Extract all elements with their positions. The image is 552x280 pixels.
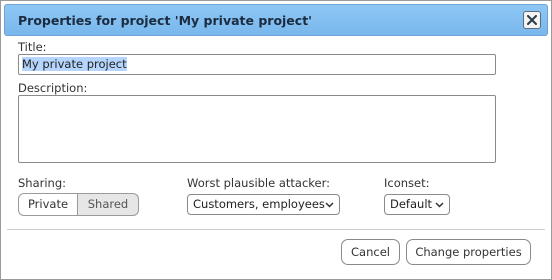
chevron-down-icon [325,202,334,208]
sharing-label: Sharing: [18,176,67,190]
description-textarea[interactable] [18,95,496,163]
chevron-down-icon [435,202,444,208]
project-properties-dialog: Properties for project 'My private proje… [0,0,552,280]
cancel-button[interactable]: Cancel [341,239,400,265]
sharing-shared-button[interactable]: Shared [78,193,139,216]
sharing-private-button[interactable]: Private [18,193,78,216]
title-label: Title: [18,40,47,54]
title-input[interactable]: My private project [18,54,496,75]
attacker-label: Worst plausible attacker: [187,176,331,190]
change-properties-button[interactable]: Change properties [406,239,531,265]
iconset-select[interactable]: Default [384,194,450,215]
close-button[interactable] [523,11,541,29]
title-input-value: My private project [22,57,127,71]
sharing-toggle: Private Shared [18,193,139,216]
close-icon [527,15,537,25]
iconset-select-value: Default [390,197,433,211]
attacker-select[interactable]: Customers, employees [187,194,340,215]
iconset-label: Iconset: [384,176,430,190]
footer-divider [7,229,545,230]
attacker-select-value: Customers, employees [193,197,325,211]
dialog-title: Properties for project 'My private proje… [18,13,313,28]
dialog-titlebar[interactable]: Properties for project 'My private proje… [4,4,548,36]
description-label: Description: [18,81,88,95]
